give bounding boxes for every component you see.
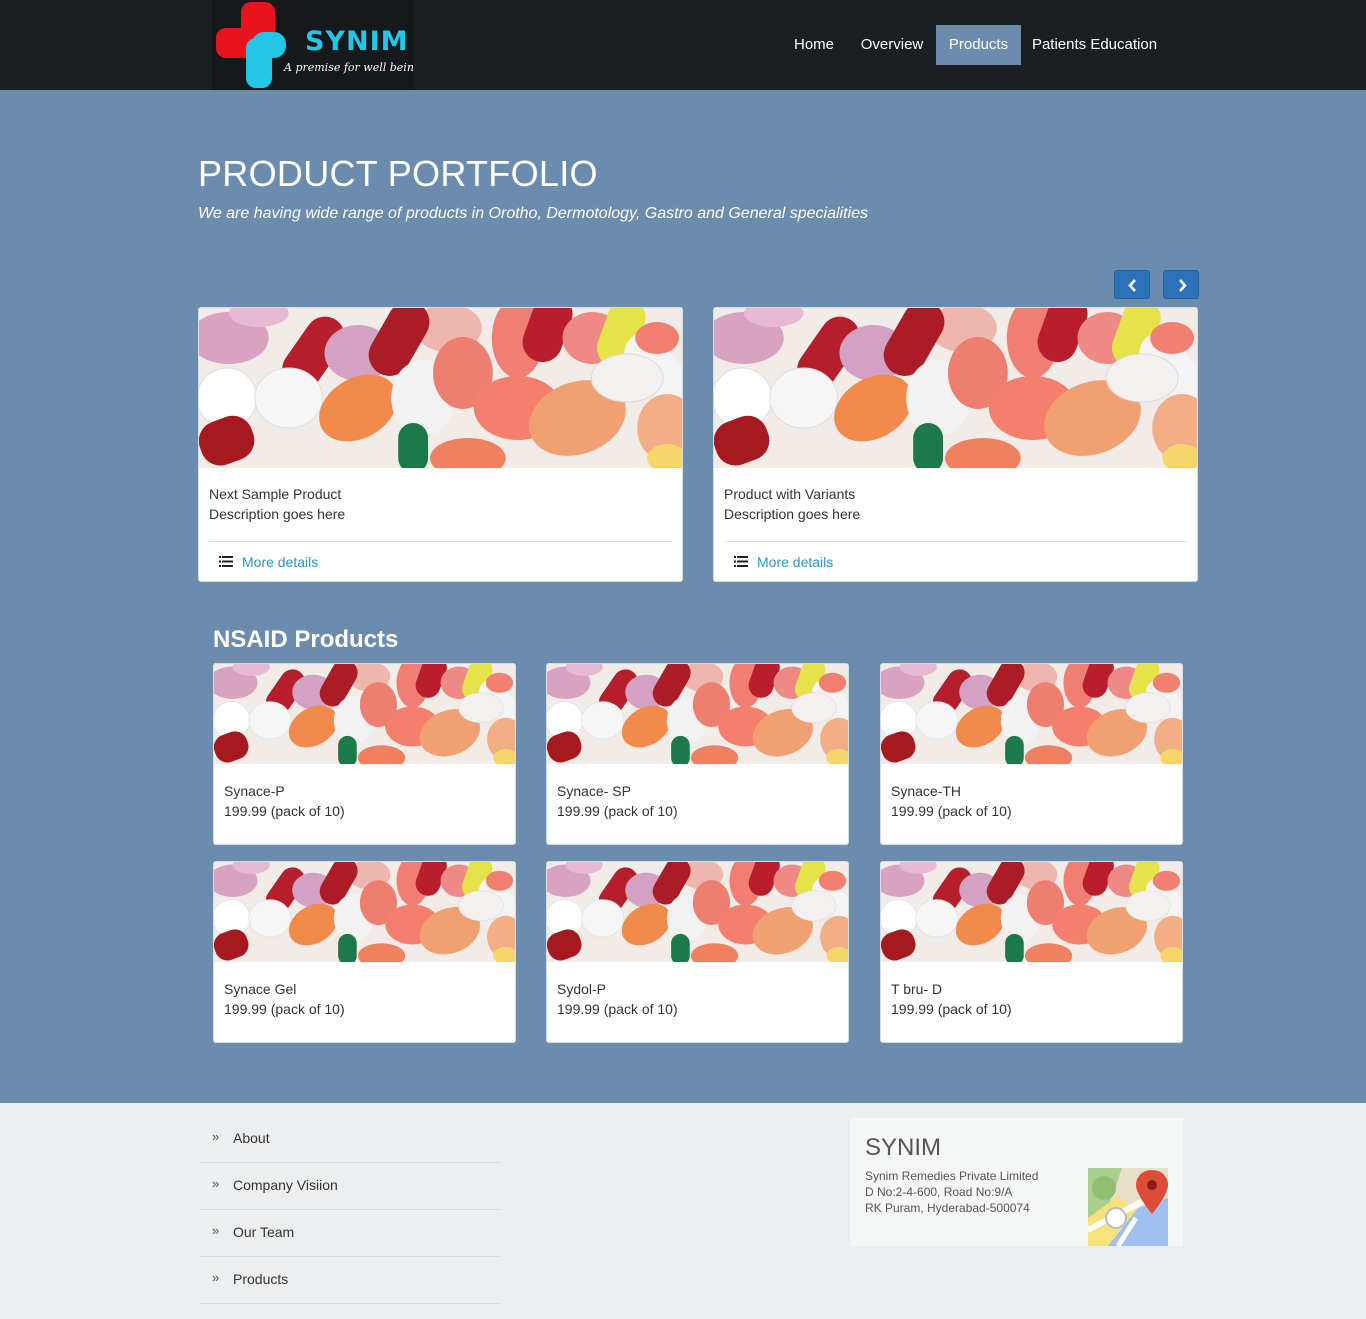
footer-link-label: About — [233, 1130, 270, 1146]
footer-link-products[interactable]: » Products — [199, 1257, 501, 1304]
contact-address-line: D No:2-4-600, Road No:9/A — [865, 1185, 1013, 1199]
product-price: 199.99 (pack of 10) — [557, 1001, 678, 1017]
product-price: 199.99 (pack of 10) — [557, 803, 678, 819]
list-icon — [734, 556, 748, 568]
footer-link-company-vision[interactable]: » Company Visiion — [199, 1163, 501, 1210]
brand-name: SYNIM — [305, 26, 409, 57]
footer-link-label: Company Visiion — [233, 1177, 338, 1193]
featured-product-card: Next Sample Product Description goes her… — [198, 307, 683, 582]
product-image[interactable] — [547, 664, 848, 764]
double-chevron-right-icon: » — [212, 1270, 220, 1285]
google-maps-icon[interactable] — [1088, 1168, 1168, 1246]
footer: » About » Company Visiion » Our Team » P… — [0, 1103, 1366, 1319]
product-card[interactable]: Synace-TH 199.99 (pack of 10) — [880, 663, 1183, 845]
product-name: Synace-P — [224, 783, 285, 799]
product-image[interactable] — [214, 664, 515, 764]
product-name: Synace Gel — [224, 981, 297, 997]
product-price: 199.99 (pack of 10) — [224, 1001, 345, 1017]
product-name: Synace-TH — [891, 783, 962, 799]
product-card[interactable]: Sydol-P 199.99 (pack of 10) — [546, 861, 849, 1043]
more-details-label: More details — [757, 554, 834, 570]
nav-overview[interactable]: Overview — [852, 25, 932, 65]
featured-product-card: Product with Variants Description goes h… — [713, 307, 1198, 582]
contact-title: SYNIM — [865, 1134, 942, 1161]
product-price: 199.99 (pack of 10) — [224, 803, 345, 819]
product-description: Description goes here — [209, 506, 346, 522]
carousel-prev-button[interactable] — [1114, 270, 1150, 299]
footer-link-about[interactable]: » About — [199, 1116, 501, 1163]
double-chevron-right-icon: » — [212, 1129, 220, 1144]
card-divider — [724, 541, 1187, 542]
product-image[interactable] — [881, 862, 1182, 962]
product-name: Product with Variants — [724, 486, 856, 502]
product-name: Synace- SP — [557, 783, 631, 799]
more-details-link[interactable]: More details — [219, 554, 318, 570]
brand-logo[interactable]: SYNIM A premise for well being — [212, 0, 414, 90]
footer-link-our-team[interactable]: » Our Team — [199, 1210, 501, 1257]
product-description: Description goes here — [724, 506, 861, 522]
brand-tagline: A premise for well being — [284, 61, 414, 74]
contact-address-line: RK Puram, Hyderabad-500074 — [865, 1201, 1030, 1215]
product-card[interactable]: Synace- SP 199.99 (pack of 10) — [546, 663, 849, 845]
chevron-right-icon — [1179, 279, 1187, 292]
top-navbar: SYNIM A premise for well being Home Over… — [0, 0, 1366, 90]
product-image[interactable] — [199, 308, 682, 468]
nav-home[interactable]: Home — [782, 25, 846, 65]
page-title: PRODUCT PORTFOLIO — [198, 153, 598, 194]
footer-link-label: Our Team — [233, 1224, 295, 1240]
double-chevron-right-icon: » — [212, 1176, 220, 1191]
nav-patients-education[interactable]: Patients Education — [1026, 25, 1163, 65]
product-name: Next Sample Product — [209, 486, 342, 502]
section-title-nsaid: NSAID Products — [213, 626, 399, 653]
product-price: 199.99 (pack of 10) — [891, 1001, 1012, 1017]
contact-box: SYNIM Synim Remedies Private Limited D N… — [850, 1118, 1183, 1246]
product-price: 199.99 (pack of 10) — [891, 803, 1012, 819]
product-name: T bru- D — [891, 981, 943, 997]
list-icon — [219, 556, 233, 568]
more-details-label: More details — [242, 554, 319, 570]
product-name: Sydol-P — [557, 981, 607, 997]
double-chevron-right-icon: » — [212, 1223, 220, 1238]
card-divider — [209, 541, 672, 542]
more-details-link[interactable]: More details — [734, 554, 833, 570]
page-subtitle: We are having wide range of products in … — [198, 205, 868, 222]
product-card[interactable]: Synace Gel 199.99 (pack of 10) — [213, 861, 516, 1043]
contact-company: Synim Remedies Private Limited — [865, 1169, 1039, 1183]
product-image[interactable] — [214, 862, 515, 962]
product-image[interactable] — [881, 664, 1182, 764]
product-card[interactable]: T bru- D 199.99 (pack of 10) — [880, 861, 1183, 1043]
medical-cross-icon — [216, 2, 286, 88]
product-image[interactable] — [547, 862, 848, 962]
product-image[interactable] — [714, 308, 1197, 468]
footer-link-label: Products — [233, 1271, 289, 1287]
nav-products[interactable]: Products — [936, 25, 1021, 65]
carousel-next-button[interactable] — [1163, 270, 1199, 299]
chevron-left-icon — [1128, 279, 1136, 292]
product-card[interactable]: Synace-P 199.99 (pack of 10) — [213, 663, 516, 845]
